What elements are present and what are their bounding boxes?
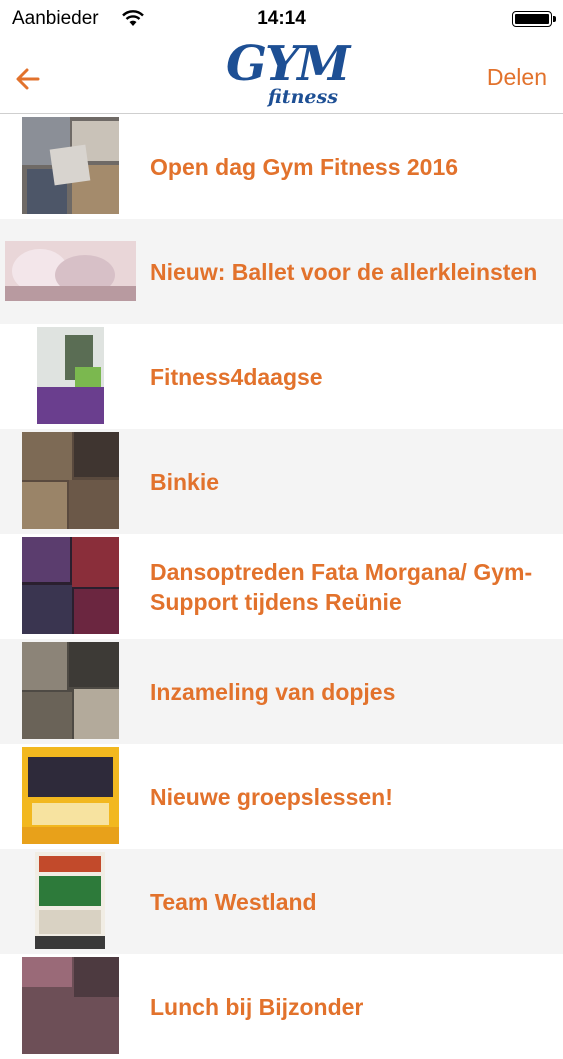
news-thumbnail <box>37 327 104 424</box>
battery-icon <box>512 11 552 27</box>
list-item[interactable]: Lunch bij Bijzonder <box>0 954 563 1059</box>
news-thumbnail <box>22 642 119 739</box>
arrow-left-icon <box>16 68 40 90</box>
news-title: Open dag Gym Fitness 2016 <box>150 153 459 180</box>
news-thumbnail <box>22 747 119 844</box>
logo-sub-text: fitness <box>268 86 338 108</box>
news-thumbnail <box>22 537 119 634</box>
news-title: Inzameling van dopjes <box>150 678 396 705</box>
list-item[interactable]: Dansoptreden Fata Morgana/ Gym-Support t… <box>0 534 563 639</box>
news-thumbnail <box>22 117 119 214</box>
news-title: Dansoptreden Fata Morgana/ Gym-Support t… <box>150 558 533 615</box>
list-item[interactable]: Nieuwe groepslessen! <box>0 744 563 849</box>
list-item[interactable]: Inzameling van dopjes <box>0 639 563 744</box>
logo-main-text: GYM <box>226 36 350 92</box>
back-button[interactable] <box>12 62 46 96</box>
news-list: Open dag Gym Fitness 2016 Nieuw: Ballet … <box>0 114 563 1059</box>
news-title: Lunch bij Bijzonder <box>150 993 364 1020</box>
list-item[interactable]: Open dag Gym Fitness 2016 <box>0 114 563 219</box>
news-title: Nieuwe groepslessen! <box>150 783 393 810</box>
nav-bar: GYM fitness Delen <box>0 36 563 114</box>
clock: 14:14 <box>257 8 306 29</box>
news-title: Nieuw: Ballet voor de allerkleinsten <box>150 258 538 285</box>
news-title: Team Westland <box>150 888 317 915</box>
news-thumbnail <box>22 432 119 529</box>
news-title: Binkie <box>150 468 220 495</box>
news-thumbnail <box>22 957 119 1054</box>
list-item[interactable]: Nieuw: Ballet voor de allerkleinsten <box>0 219 563 324</box>
gym-fitness-logo: GYM fitness <box>222 36 350 112</box>
news-title: Fitness4daagse <box>150 363 323 390</box>
news-thumbnail <box>5 241 136 301</box>
share-button[interactable]: Delen <box>487 64 547 91</box>
news-thumbnail <box>35 852 105 949</box>
status-bar: Aanbieder 14:14 <box>0 0 563 40</box>
list-item[interactable]: Binkie <box>0 429 563 534</box>
list-item[interactable]: Fitness4daagse <box>0 324 563 429</box>
list-item[interactable]: Team Westland <box>0 849 563 954</box>
battery-tip <box>553 16 556 22</box>
